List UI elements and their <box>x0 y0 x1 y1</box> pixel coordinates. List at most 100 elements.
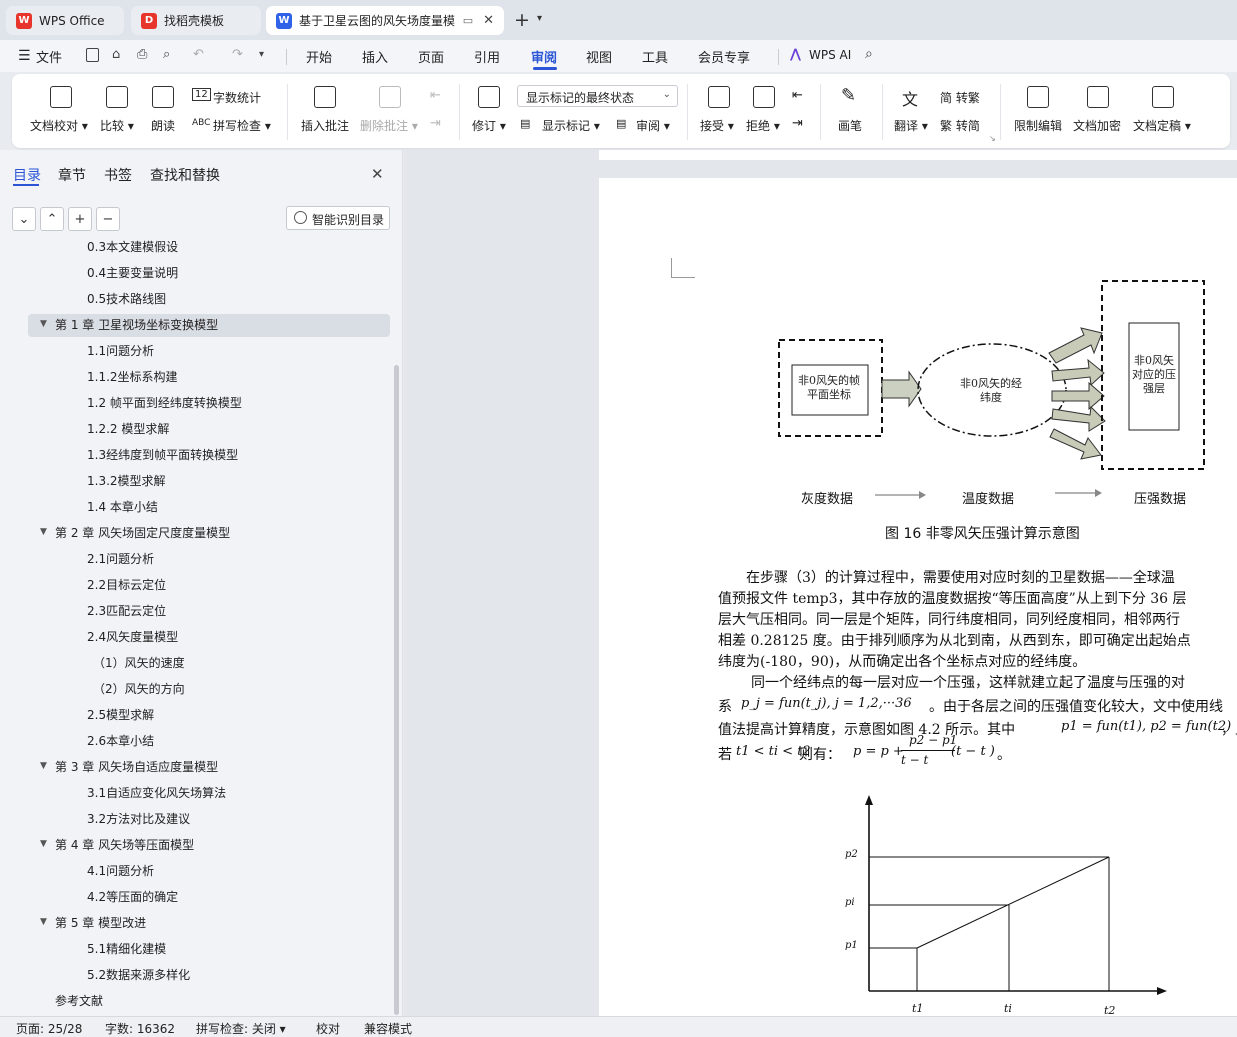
word-count-status[interactable]: 字数: 16362 <box>105 1020 175 1037</box>
expand-caret-icon[interactable]: ▼ <box>40 917 47 927</box>
review-pane-button[interactable]: 审阅 ▾ <box>636 117 670 134</box>
save-icon[interactable] <box>86 48 99 62</box>
tab-bookmarks[interactable]: 书签 <box>104 165 132 185</box>
document-page[interactable]: 非0风矢的帧平面坐标 非0风矢的经纬度 非0风矢对应的压强层 灰度数据 温度数据… <box>599 178 1237 1016</box>
toc-item[interactable]: 1.1.2坐标系构建 <box>87 368 178 385</box>
menu-wps-ai[interactable]: WPS AI <box>809 48 851 62</box>
expand-caret-icon[interactable]: ▼ <box>40 319 47 329</box>
toc-chapter-item[interactable]: 第 5 章 模型改进 <box>55 914 146 931</box>
toc-item[interactable]: 3.2方法对比及建议 <box>87 810 190 827</box>
toc-chapter-item[interactable]: 第 2 章 风矢场固定尺度度量模型 <box>55 524 230 541</box>
add-heading-button[interactable]: + <box>68 207 92 231</box>
tab-find-replace[interactable]: 查找和替换 <box>150 165 220 185</box>
toc-item[interactable]: 0.3本文建模假设 <box>87 238 178 255</box>
tab-wps-office[interactable]: W WPS Office <box>6 6 124 35</box>
print-icon[interactable]: ⎙ <box>137 47 147 62</box>
restrict-edit-button[interactable]: 限制编辑 <box>1014 117 1062 134</box>
spell-check-status[interactable]: 拼写检查: 关闭 ▾ <box>196 1020 286 1037</box>
toc-item[interactable]: 1.2.2 模型求解 <box>87 420 169 437</box>
track-changes-button[interactable]: 修订 ▾ <box>472 117 506 134</box>
toc-item[interactable]: 4.1问题分析 <box>87 862 154 879</box>
toc-item[interactable]: 参考文献 <box>55 992 103 1009</box>
quick-access-chevron-icon[interactable]: ▾ <box>259 49 264 60</box>
compare-button[interactable]: 比较 ▾ <box>100 117 134 134</box>
accept-button[interactable]: 接受 ▾ <box>700 117 734 134</box>
export-icon[interactable]: ⌂ <box>112 47 120 62</box>
menu-home[interactable]: 开始 <box>306 47 332 66</box>
toc-item[interactable]: （2）风矢的方向 <box>93 680 185 697</box>
close-tab-icon[interactable]: ✕ <box>483 13 494 28</box>
spell-check-button[interactable]: 拼写检查 ▾ <box>213 117 271 134</box>
delete-comment-button[interactable]: 删除批注 ▾ <box>360 117 418 134</box>
expand-caret-icon[interactable]: ▼ <box>40 839 47 849</box>
toc-item[interactable]: 2.1问题分析 <box>87 550 154 567</box>
tab-toc[interactable]: 目录 <box>13 165 41 185</box>
translate-button[interactable]: 翻译 ▾ <box>894 117 928 134</box>
simp-to-trad-button[interactable]: 简 转繁 <box>940 89 980 106</box>
print-preview-icon[interactable]: ⌕ <box>163 47 170 62</box>
close-panel-icon[interactable]: ✕ <box>371 165 384 183</box>
trad-to-simp-button[interactable]: 繁 转简 <box>940 117 980 134</box>
toc-item[interactable]: （1）风矢的速度 <box>93 654 185 671</box>
hamburger-icon[interactable]: ☰ <box>18 48 31 64</box>
expand-caret-icon[interactable]: ▼ <box>40 527 47 537</box>
toc-item[interactable]: 0.5技术路线图 <box>87 290 166 307</box>
next-comment-icon[interactable]: ⇥ <box>430 116 441 131</box>
toc-item[interactable]: 4.2等压面的确定 <box>87 888 178 905</box>
toc-item[interactable]: 1.3经纬度到帧平面转换模型 <box>87 446 238 463</box>
new-tab-icon[interactable]: + <box>514 9 530 31</box>
toc-item[interactable]: 3.1自适应变化风矢场算法 <box>87 784 226 801</box>
toc-item[interactable]: 1.3.2模型求解 <box>87 472 166 489</box>
toc-item[interactable]: 2.3匹配云定位 <box>87 602 166 619</box>
word-count-button[interactable]: 字数统计 <box>213 89 261 106</box>
tab-docer-templates[interactable]: D 找稻壳模板 <box>131 6 261 35</box>
menu-insert[interactable]: 插入 <box>362 47 388 66</box>
next-change-icon[interactable]: ⇥ <box>792 116 803 131</box>
menu-references[interactable]: 引用 <box>474 47 500 66</box>
show-markup-button[interactable]: 显示标记 ▾ <box>542 117 600 134</box>
toc-item[interactable]: 1.2 帧平面到经纬度转换模型 <box>87 394 242 411</box>
tab-current-document[interactable]: W 基于卫星云图的风矢场度量模 ▭ ✕ <box>266 6 504 35</box>
chevron-down-icon[interactable]: ▾ <box>537 13 542 24</box>
undo-icon[interactable]: ↶ <box>193 47 204 62</box>
menu-tools[interactable]: 工具 <box>642 47 668 66</box>
toc-item[interactable]: 1.1问题分析 <box>87 342 154 359</box>
prev-comment-icon[interactable]: ⇤ <box>430 88 441 103</box>
search-icon[interactable]: ⌕ <box>865 46 873 62</box>
smart-toc-button[interactable]: 智能识别目录 <box>286 206 390 230</box>
expand-caret-icon[interactable]: ▼ <box>40 761 47 771</box>
proof-status[interactable]: 校对 <box>316 1020 340 1037</box>
toc-chapter-item[interactable]: 第 4 章 风矢场等压面模型 <box>55 836 194 853</box>
screen-icon[interactable]: ▭ <box>463 14 473 27</box>
tab-chapters[interactable]: 章节 <box>58 165 86 185</box>
toc-item[interactable]: 2.4风矢度量模型 <box>87 628 178 645</box>
doc-finalize-button[interactable]: 文档定稿 ▾ <box>1133 117 1191 134</box>
read-aloud-button[interactable]: 朗读 <box>151 117 175 134</box>
toc-item[interactable]: 5.1精细化建模 <box>87 940 166 957</box>
prev-change-icon[interactable]: ⇤ <box>792 88 803 103</box>
toc-scrollbar[interactable] <box>394 365 399 1015</box>
redo-icon[interactable]: ↷ <box>232 47 243 62</box>
doc-proof-button[interactable]: 文档校对 ▾ <box>30 117 88 134</box>
toc-item[interactable]: 2.5模型求解 <box>87 706 154 723</box>
toc-chapter-item[interactable]: 第 3 章 风矢场自适应度量模型 <box>55 758 218 775</box>
doc-encrypt-button[interactable]: 文档加密 <box>1073 117 1121 134</box>
toc-item[interactable]: 5.2数据来源多样化 <box>87 966 190 983</box>
menu-view[interactable]: 视图 <box>586 47 612 66</box>
display-mode-select[interactable]: 显示标记的最终状态 ⌄ <box>517 85 678 107</box>
collapse-up-button[interactable]: ⌃ <box>40 207 64 231</box>
toc-item[interactable]: 2.2目标云定位 <box>87 576 166 593</box>
page-indicator[interactable]: 页面: 25/28 <box>16 1020 82 1037</box>
reject-button[interactable]: 拒绝 ▾ <box>746 117 780 134</box>
menu-file[interactable]: 文件 <box>36 47 62 66</box>
toc-item[interactable]: 2.6本章小结 <box>87 732 154 749</box>
group-launcher-icon[interactable]: ↘ <box>989 134 996 143</box>
menu-page[interactable]: 页面 <box>418 47 444 66</box>
insert-comment-button[interactable]: 插入批注 <box>301 117 349 134</box>
toc-item[interactable]: 1.4 本章小结 <box>87 498 158 515</box>
toc-item[interactable]: 0.4主要变量说明 <box>87 264 178 281</box>
pen-button[interactable]: 画笔 <box>838 117 862 134</box>
menu-review[interactable]: 审阅 <box>531 47 557 66</box>
toc-chapter-item[interactable]: 第 1 章 卫星视场坐标变换模型 <box>55 316 218 333</box>
remove-heading-button[interactable]: − <box>96 207 120 231</box>
